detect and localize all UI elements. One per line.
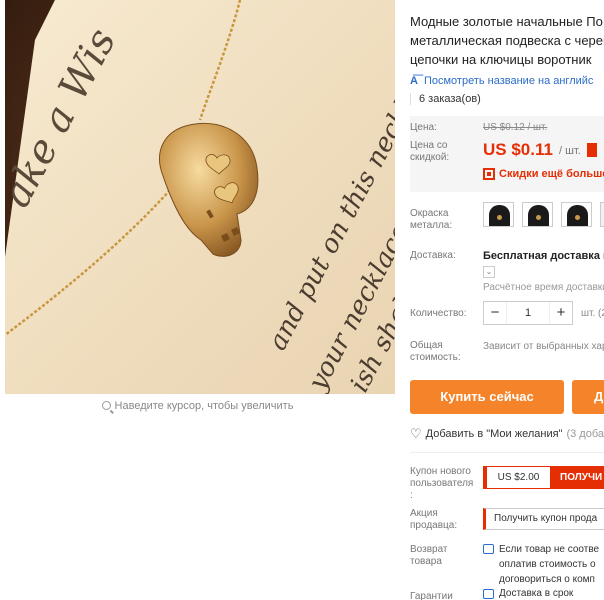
guarantee-label: Гарантии [410,591,453,600]
color-swatch-2[interactable] [522,202,553,227]
product-detail: Модные золотые начальные По металлическа… [410,0,604,600]
guarantee-icon [483,588,494,599]
quantity-row: − 1 + шт. (2 [483,301,604,325]
guarantee-info: Доставка в срок [483,588,573,599]
get-coupon-button[interactable]: ПОЛУЧИ [550,467,604,488]
quantity-increase-button[interactable]: + [550,302,572,324]
product-photo[interactable]: ake a Wis and put on this necklace. your… [5,0,395,394]
total-label: Общая стоимость: [410,340,461,363]
returns-label: Возврат товара [410,544,448,567]
total-value: Зависит от выбранных хар [483,341,604,352]
delivery-info: Бесплатная доставка в ⌄ Расчётное время … [483,250,604,293]
add-to-wishlist[interactable]: ♡ Добавить в "Мои желания" (3 доба [410,426,604,442]
seller-coupon-button[interactable]: Получить купон прода [483,508,604,530]
color-swatch-1[interactable] [483,202,514,227]
metal-color-label: Окраска металла: [410,208,453,231]
old-price-label: Цена: [410,122,437,133]
discount-price-label: Цена со скидкой: [410,140,450,163]
quantity-decrease-button[interactable]: − [484,302,506,324]
delivery-label: Доставка: [410,250,456,261]
magnifier-icon [101,401,111,410]
product-title: Модные золотые начальные По металлическа… [410,14,604,67]
price-block: Цена: US $0.12 / шт. Цена со скидкой: US… [410,116,604,192]
necklace-photo-illustration: ake a Wis and put on this necklace. your… [5,0,395,394]
translate-title-link[interactable]: A͞ Посмотреть название на английс [410,75,604,87]
free-shipping: Бесплатная доставка в [483,250,604,262]
app-discount-link[interactable]: Скидки ещё больше в [483,168,604,180]
returns-policy: Если товар не соотве оплатив стоимость о… [483,542,599,587]
return-icon [483,544,494,554]
new-user-coupon-label: Купон нового пользователя : [410,466,474,501]
add-to-cart-button[interactable]: Д [572,380,604,414]
quantity-input[interactable]: 1 [506,302,550,324]
discount-price: US $0.11 [483,140,553,159]
discount-badge [586,143,597,157]
color-swatch-3[interactable] [561,202,592,227]
new-user-coupon: US $2.00 ПОЛУЧИ [483,466,604,489]
product-gallery: ake a Wis and put on this necklace. your… [0,0,395,600]
quantity-label: Количество: [410,308,467,319]
qr-code-icon [483,168,495,180]
seller-promo-label: Акция продавца: [410,508,458,531]
zoom-hint: Наведите курсор, чтобы увеличить [0,400,395,412]
price-unit: / шт. [558,145,581,157]
orders-count: 6 заказа(ов) [410,93,604,105]
heart-icon: ♡ [410,426,422,441]
delivery-eta: Расчётное время доставки [483,282,604,293]
stock-info: шт. (2 [581,307,604,319]
color-swatch-4[interactable] [600,202,604,227]
buy-now-button[interactable]: Купить сейчас [410,380,564,414]
quantity-stepper: − 1 + [483,301,573,325]
old-price: US $0.12 / шт. [483,122,548,133]
color-swatches [483,202,604,227]
divider [410,452,604,453]
translate-icon: A͞ [410,75,418,87]
wishlist-count: (3 доба [566,428,604,440]
chevron-down-icon[interactable]: ⌄ [483,266,495,278]
coupon-amount: US $2.00 [484,467,550,488]
